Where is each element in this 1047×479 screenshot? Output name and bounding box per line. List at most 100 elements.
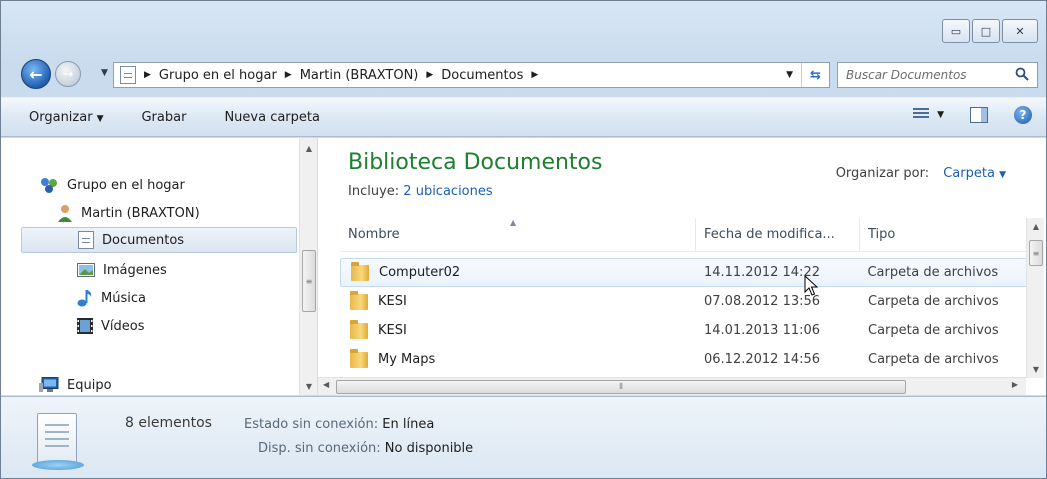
close-icon: ✕ [1015,24,1025,38]
folder-icon [350,348,368,368]
list-item[interactable]: KESI 07.08.2012 13:56 Carpeta de archivo… [340,287,1028,316]
offline-status: Estado sin conexión: En línea [244,417,434,432]
breadcrumb-separator-icon[interactable]: ▶ [426,70,433,80]
content-horizontal-scrollbar[interactable]: ◀ ⦀ ▶ [318,377,1026,395]
file-list: Computer02 14.11.2012 14:22 Carpeta de a… [340,258,1028,374]
list-item[interactable]: KESI 14.01.2013 11:06 Carpeta de archivo… [340,316,1028,345]
sidebar-item-documents[interactable]: Documentos [21,227,297,253]
sidebar-item-label: Grupo en el hogar [67,177,185,193]
file-type: Carpeta de archivos [868,323,999,338]
organize-menu-button[interactable]: Organizar ▼ [29,110,103,125]
column-header-date[interactable]: Fecha de modifica... [696,218,860,251]
explorer-window: ▭ □ ✕ ← → ▼ ▶ Grupo en el hogar ▶ Martin… [0,0,1047,479]
preview-pane-button[interactable] [970,107,988,123]
help-button[interactable]: ? [1014,106,1032,124]
folder-icon [350,319,368,339]
column-header-name[interactable]: ▲ Nombre [340,218,696,251]
scroll-down-icon[interactable]: ▼ [300,382,318,391]
library-documents-icon [120,66,136,84]
help-icon: ? [1019,108,1027,122]
locations-link[interactable]: 2 ubicaciones [403,184,492,199]
minimize-button[interactable]: ▭ [942,19,970,43]
forward-button[interactable]: → [55,61,81,87]
content-vertical-scrollbar[interactable]: ▲ ≡ ▼ [1026,218,1044,378]
videos-icon [77,318,93,334]
pictures-icon [77,263,95,277]
list-item[interactable]: Computer02 14.11.2012 14:22 Carpeta de a… [340,258,1028,287]
refresh-icon: ⇆ [810,67,821,83]
music-icon [77,290,92,307]
burn-button[interactable]: Grabar [141,110,186,125]
breadcrumb: ▶ Grupo en el hogar ▶ Martin (BRAXTON) ▶… [144,68,538,83]
search-icon[interactable] [1015,67,1029,81]
library-title: Biblioteca Documentos [348,150,603,175]
breadcrumb-homegroup[interactable]: Grupo en el hogar [159,68,277,83]
details-view-icon [913,108,930,122]
scroll-right-icon[interactable]: ▶ [1012,380,1018,389]
includes-label: Incluye: [348,184,400,199]
sidebar-item-label: Martin (BRAXTON) [81,205,200,221]
library-documents-icon [32,413,84,470]
navigation-scrollbar[interactable]: ▲ ≡ ▼ [299,138,317,395]
scroll-up-icon[interactable]: ▲ [1027,222,1045,231]
search-box[interactable] [837,62,1038,88]
sidebar-item-label: Imágenes [103,262,167,278]
homegroup-icon [41,178,57,193]
file-date: 06.12.2012 14:56 [704,352,821,367]
new-folder-button[interactable]: Nueva carpeta [224,110,320,125]
scrollbar-thumb[interactable]: ≡ [302,250,316,312]
sidebar-item-computer[interactable]: Equipo [39,372,112,398]
item-count: 8 elementos [125,415,212,431]
scrollbar-thumb[interactable]: ≡ [1029,240,1043,266]
offline-availability-label: Disp. sin conexión: [258,441,381,456]
breadcrumb-separator-icon[interactable]: ▶ [285,70,292,80]
arrange-by-dropdown[interactable]: Carpeta ▼ [943,166,1006,181]
column-headers: ▲ Nombre Fecha de modifica... Tipo [340,218,1028,252]
maximize-button[interactable]: □ [972,19,1000,43]
sidebar-item-label: Vídeos [101,318,145,334]
address-history-dropdown[interactable]: ▼ [786,70,793,80]
maximize-icon: □ [980,24,992,38]
sidebar-item-music[interactable]: Música [77,285,146,311]
sidebar-item-user[interactable]: Martin (BRAXTON) [57,200,200,226]
scrollbar-thumb[interactable]: ⦀ [336,380,906,394]
chevron-down-icon: ▼ [999,170,1006,180]
scroll-down-icon[interactable]: ▼ [1027,365,1045,374]
window-controls: ▭ □ ✕ [942,19,1038,43]
breadcrumb-separator-icon[interactable]: ▶ [144,70,151,80]
scroll-up-icon[interactable]: ▲ [300,144,318,153]
command-bar: Organizar ▼ Grabar Nueva carpeta ▼ ? [1,97,1046,137]
file-type: Carpeta de archivos [868,294,999,309]
offline-status-label: Estado sin conexión: [244,417,379,432]
column-header-label: Nombre [348,227,400,242]
close-button[interactable]: ✕ [1002,19,1038,43]
user-icon [58,205,72,222]
chevron-down-icon: ▼ [96,113,104,124]
sidebar-item-pictures[interactable]: Imágenes [77,257,167,283]
file-name-cell: KESI [340,290,696,310]
file-name: My Maps [378,352,436,367]
library-includes: Incluye: 2 ubicaciones [348,184,493,199]
list-item[interactable]: My Maps 06.12.2012 14:56 Carpeta de arch… [340,345,1028,374]
change-view-button[interactable]: ▼ [913,108,944,122]
address-bar[interactable]: ▶ Grupo en el hogar ▶ Martin (BRAXTON) ▶… [113,62,830,88]
sidebar-item-label: Música [101,290,146,306]
minimize-icon: ▭ [950,24,962,38]
recent-pages-dropdown[interactable]: ▼ [101,68,108,78]
offline-availability-value: No disponible [384,441,474,456]
refresh-button[interactable]: ⇆ [801,63,829,87]
file-name-cell: My Maps [340,348,696,368]
sort-ascending-icon: ▲ [510,218,517,227]
sidebar-item-homegroup[interactable]: Grupo en el hogar [39,172,185,198]
breadcrumb-user[interactable]: Martin (BRAXTON) [300,68,419,83]
breadcrumb-documents[interactable]: Documentos [441,68,523,83]
scroll-left-icon[interactable]: ◀ [323,380,329,389]
file-date: 07.08.2012 13:56 [704,294,821,309]
documents-icon [78,231,94,249]
column-header-type[interactable]: Tipo [860,218,1028,251]
computer-icon [39,377,59,392]
search-input[interactable] [846,68,1004,82]
breadcrumb-separator-icon[interactable]: ▶ [531,70,538,80]
sidebar-item-videos[interactable]: Vídeos [77,313,144,339]
back-button[interactable]: ← [21,59,51,89]
